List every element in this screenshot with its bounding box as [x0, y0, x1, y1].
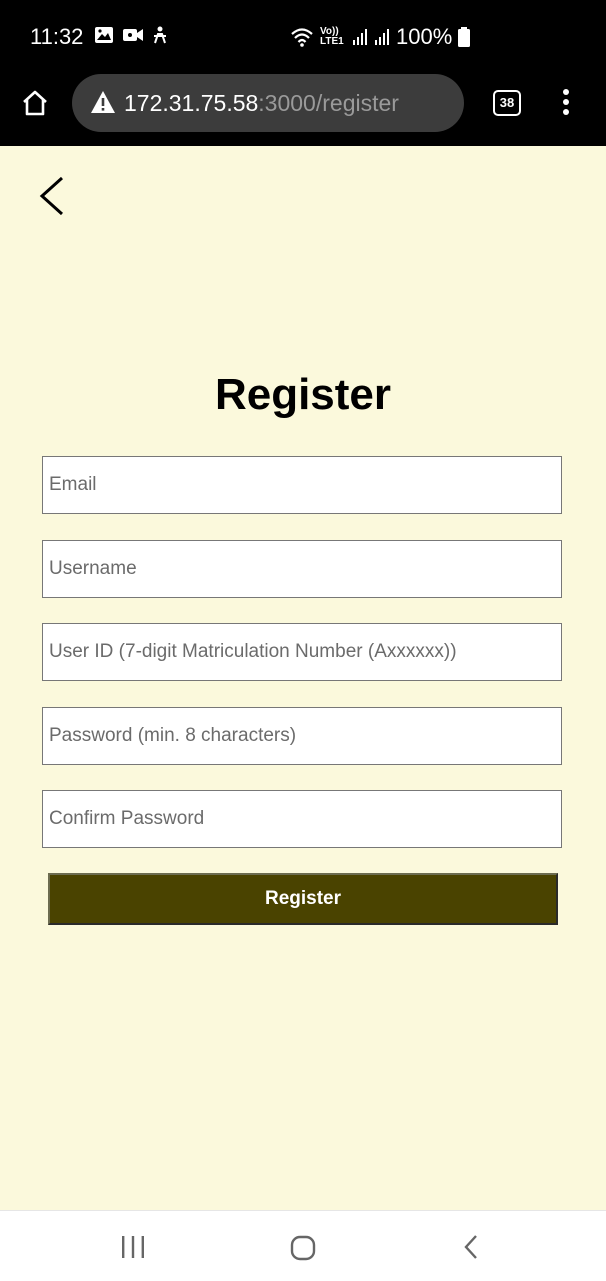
- back-arrow-icon[interactable]: [36, 176, 68, 216]
- user-id-field[interactable]: [42, 623, 562, 681]
- gallery-icon: [95, 27, 113, 43]
- video-icon: [123, 29, 143, 41]
- more-menu-icon[interactable]: [556, 88, 576, 116]
- status-time: 11:32: [30, 24, 84, 49]
- register-button[interactable]: Register: [48, 873, 558, 925]
- signal-icon-1: [353, 29, 367, 45]
- url-host: 172.31.75.58: [124, 90, 259, 116]
- system-nav-bar: [0, 1210, 606, 1281]
- warning-icon[interactable]: [90, 90, 116, 114]
- url-path: :3000/register: [258, 90, 399, 116]
- address-bar[interactable]: 172.31.75.58:3000/register: [72, 74, 464, 132]
- page-title: Register: [214, 370, 392, 419]
- recent-apps-icon[interactable]: [120, 1235, 146, 1259]
- accessibility-icon: [154, 26, 166, 44]
- url-text[interactable]: 172.31.75.58:3000/register: [124, 90, 399, 117]
- home-nav-icon[interactable]: [290, 1235, 316, 1261]
- browser-toolbar: 172.31.75.58:3000/register 38: [0, 72, 606, 146]
- wifi-icon: [291, 28, 313, 47]
- battery-icon: [458, 27, 471, 47]
- notification-icons: [94, 26, 168, 44]
- system-icons: Vo)) LTE1 100%: [290, 24, 471, 50]
- email-field[interactable]: [42, 456, 562, 514]
- back-nav-icon[interactable]: [462, 1233, 480, 1261]
- home-icon[interactable]: [20, 88, 50, 118]
- confirm-password-field[interactable]: [42, 790, 562, 848]
- volte-label: Vo)) LTE1: [320, 26, 344, 47]
- signal-icon-2: [375, 29, 389, 45]
- battery-percent: 100%: [396, 24, 453, 49]
- status-bar: 11:32 Vo)) LTE1 100%: [0, 0, 606, 72]
- tab-switcher-button[interactable]: 38: [493, 90, 521, 116]
- password-field[interactable]: [42, 707, 562, 765]
- username-field[interactable]: [42, 540, 562, 598]
